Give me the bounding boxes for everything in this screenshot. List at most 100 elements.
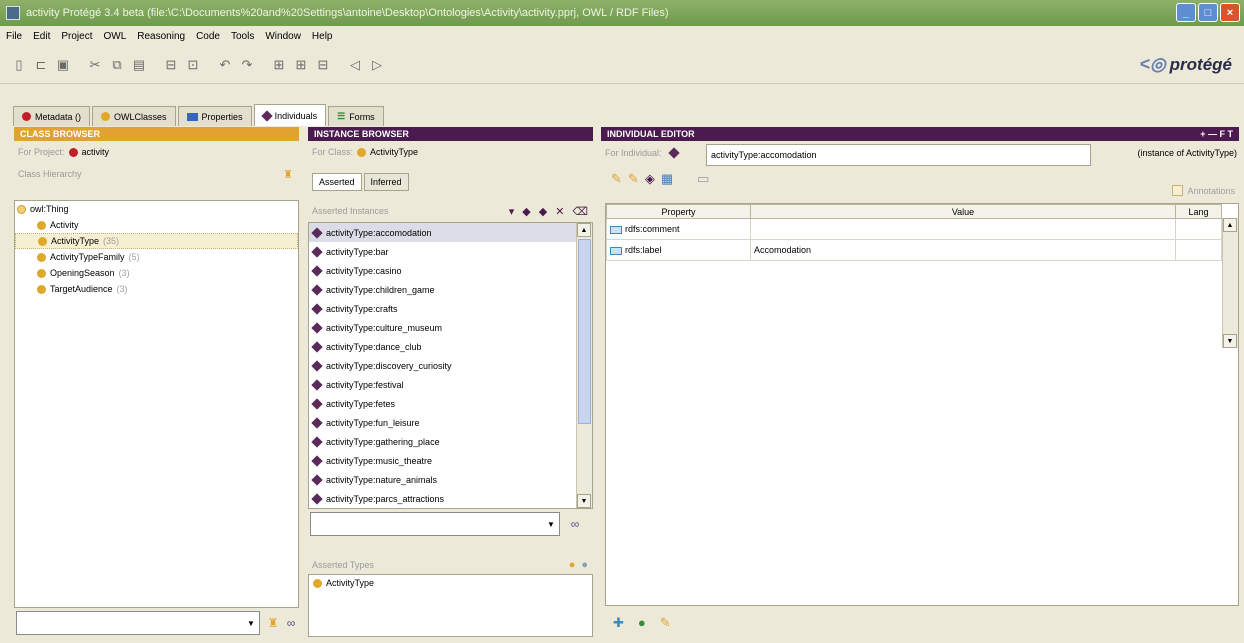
list-item[interactable]: activityType:gathering_place	[309, 432, 592, 451]
column-header-property[interactable]: Property	[606, 204, 751, 219]
list-item[interactable]: activityType:casino	[309, 261, 592, 280]
list-item[interactable]: activityType:culture_museum	[309, 318, 592, 337]
tab-asserted[interactable]: Asserted	[312, 173, 362, 191]
tab-metadata[interactable]: Metadata ()	[13, 106, 91, 126]
tab-forms[interactable]: ☰ Forms	[328, 106, 384, 126]
create-instance-icon[interactable]: ◆	[522, 205, 530, 218]
property-lang[interactable]	[1175, 239, 1222, 261]
scroll-up-icon[interactable]: ▲	[577, 223, 591, 237]
tab-properties[interactable]: Properties	[177, 106, 252, 126]
list-item[interactable]: activityType:festival	[309, 375, 592, 394]
property-table-scrollbar[interactable]: ▲ ▼	[1222, 218, 1238, 348]
individual-name-field[interactable]: activityType:accomodation	[706, 144, 1091, 166]
window-icon[interactable]: ▭	[697, 171, 709, 187]
main-tabs: Metadata () OWLClasses Properties Indivi…	[13, 104, 384, 126]
search-icon[interactable]: ⊞	[268, 54, 290, 76]
instance-search-combo[interactable]: ▼	[310, 512, 560, 536]
class-search-combo[interactable]: ▼	[16, 611, 260, 635]
properties-icon[interactable]: ▦	[661, 171, 673, 187]
edit-property-icon[interactable]: ✎	[660, 615, 671, 631]
instance-list-scrollbar[interactable]: ▲ ▼	[576, 223, 592, 508]
copy-icon[interactable]: ⧉	[106, 54, 128, 76]
save-icon[interactable]: ▣	[52, 54, 74, 76]
close-button[interactable]: ×	[1220, 3, 1240, 22]
list-item[interactable]: activityType:discovery_curiosity	[309, 356, 592, 375]
list-item[interactable]: activityType:nature_animals	[309, 470, 592, 489]
remove-property-icon[interactable]: ●	[638, 615, 646, 631]
cut-icon[interactable]: ✂	[84, 54, 106, 76]
list-item[interactable]: activityType:bar	[309, 242, 592, 261]
chevron-down-icon[interactable]: ▼	[544, 516, 558, 532]
annotations-toggle[interactable]: Annotations	[1172, 185, 1235, 196]
tree-item[interactable]: Activity	[15, 217, 298, 233]
menu-reasoning[interactable]: Reasoning	[137, 31, 185, 42]
open-file-icon[interactable]: ⊏	[30, 54, 52, 76]
menu-help[interactable]: Help	[312, 31, 333, 42]
minimize-button[interactable]: _	[1176, 3, 1196, 22]
scroll-down-icon[interactable]: ▼	[1223, 334, 1237, 348]
scrollbar-thumb[interactable]	[578, 239, 591, 424]
hierarchy-options-icon[interactable]: ♜	[283, 168, 293, 181]
tree-item[interactable]: OpeningSeason (3)	[15, 265, 298, 281]
redo-icon[interactable]: ↷	[236, 54, 258, 76]
binoculars-icon[interactable]: ∞	[566, 515, 584, 533]
binoculars-icon[interactable]: ∞	[282, 614, 300, 632]
list-item[interactable]: ActivityType	[309, 575, 592, 591]
add-instance-icon[interactable]: ◆	[539, 205, 547, 218]
edit-icon[interactable]: ✎	[611, 171, 622, 187]
remove-type-icon[interactable]: ●	[581, 559, 588, 571]
maximize-button[interactable]: □	[1198, 3, 1218, 22]
class-icon	[313, 578, 322, 588]
delete-instance-icon[interactable]: ✕	[555, 205, 564, 218]
zoom-out-icon[interactable]: ⊟	[312, 54, 334, 76]
undo-icon[interactable]: ↶	[214, 54, 236, 76]
paste-icon[interactable]: ▤	[128, 54, 150, 76]
list-item[interactable]: activityType:fetes	[309, 394, 592, 413]
header-controls[interactable]: + — F T	[1200, 129, 1233, 139]
export-icon[interactable]: ⊡	[182, 54, 204, 76]
property-lang[interactable]	[1175, 218, 1222, 240]
add-type-icon[interactable]: ●	[569, 559, 576, 571]
menu-edit[interactable]: Edit	[33, 31, 50, 42]
clear-icon[interactable]: ⌫	[572, 205, 588, 218]
menu-tools[interactable]: Tools	[231, 31, 254, 42]
tree-item[interactable]: ActivityTypeFamily (5)	[15, 249, 298, 265]
table-row[interactable]: rdfs:label Accomodation	[606, 239, 1222, 261]
list-item[interactable]: activityType:accomodation	[309, 223, 592, 242]
menu-project[interactable]: Project	[61, 31, 92, 42]
menu-code[interactable]: Code	[196, 31, 220, 42]
list-item[interactable]: activityType:dance_club	[309, 337, 592, 356]
add-property-icon[interactable]: ✚	[613, 615, 624, 631]
new-file-icon[interactable]: ▯	[8, 54, 30, 76]
column-header-lang[interactable]: Lang	[1175, 204, 1222, 219]
property-value[interactable]	[750, 218, 1176, 240]
scroll-up-icon[interactable]: ▲	[1223, 218, 1237, 232]
list-item[interactable]: activityType:parcs_attractions	[309, 489, 592, 508]
view-options-icon[interactable]: ▾	[509, 205, 515, 218]
menu-file[interactable]: File	[6, 31, 22, 42]
list-item[interactable]: activityType:fun_leisure	[309, 413, 592, 432]
forward-icon[interactable]: ▷	[366, 54, 388, 76]
menu-window[interactable]: Window	[265, 31, 301, 42]
chevron-down-icon[interactable]: ▼	[244, 615, 258, 631]
tag-icon[interactable]: ◈	[645, 171, 655, 187]
menu-owl[interactable]: OWL	[103, 31, 126, 42]
list-item[interactable]: activityType:children_game	[309, 280, 592, 299]
tab-inferred[interactable]: Inferred	[363, 173, 409, 191]
table-row[interactable]: rdfs:comment	[606, 218, 1222, 240]
tab-owlclasses[interactable]: OWLClasses	[92, 106, 176, 126]
archive-icon[interactable]: ⊟	[160, 54, 182, 76]
tab-individuals[interactable]: Individuals	[253, 104, 327, 126]
zoom-icon[interactable]: ⊞	[290, 54, 312, 76]
list-item[interactable]: activityType:music_theatre	[309, 451, 592, 470]
find-class-icon[interactable]: ♜	[264, 614, 282, 632]
property-value[interactable]: Accomodation	[750, 239, 1176, 261]
tree-item[interactable]: ActivityType (35)	[15, 233, 298, 249]
scroll-down-icon[interactable]: ▼	[577, 494, 591, 508]
edit-class-icon[interactable]: ✎	[628, 171, 639, 187]
tree-root[interactable]: owl:Thing	[15, 201, 298, 217]
column-header-value[interactable]: Value	[750, 204, 1176, 219]
list-item[interactable]: activityType:crafts	[309, 299, 592, 318]
back-icon[interactable]: ◁	[344, 54, 366, 76]
tree-item[interactable]: TargetAudience (3)	[15, 281, 298, 297]
